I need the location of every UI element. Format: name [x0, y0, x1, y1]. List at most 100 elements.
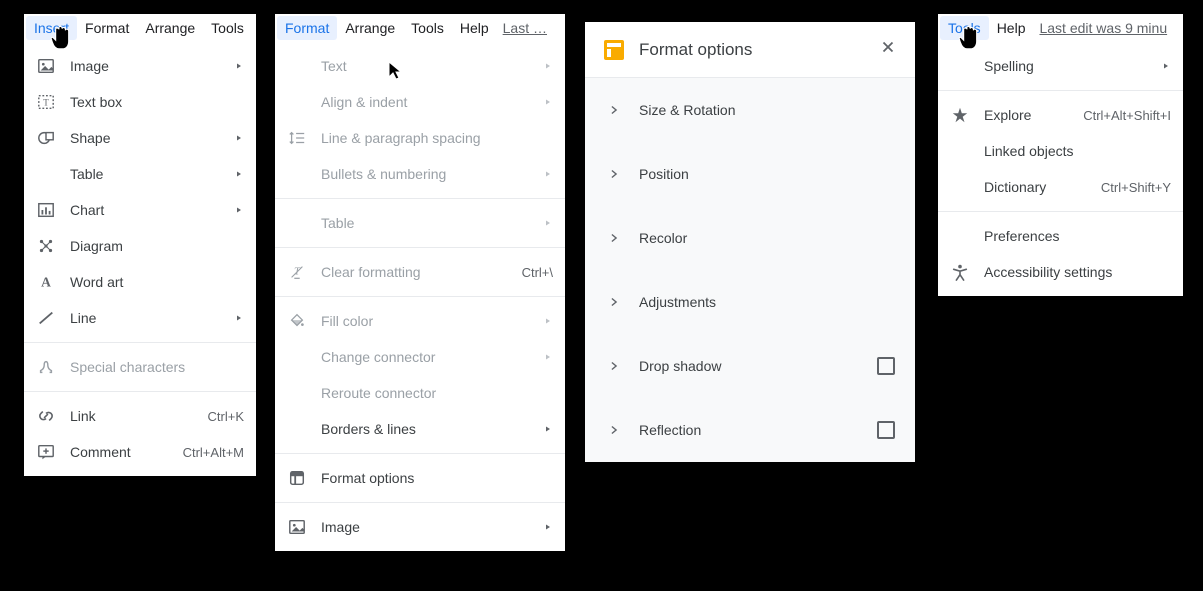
menu-item-diagram[interactable]: Diagram: [24, 228, 256, 264]
format-option-drop-shadow[interactable]: Drop shadow: [585, 334, 915, 398]
menu-item-shape[interactable]: Shape: [24, 120, 256, 156]
format-option-size-rotation[interactable]: Size & Rotation: [585, 78, 915, 142]
tools-menu: Spelling ExploreCtrl+Alt+Shift+I Linked ob…: [938, 42, 1183, 296]
menubar-help[interactable]: Help: [989, 16, 1034, 40]
submenu-arrow-icon: [543, 58, 553, 74]
menu-item-borders-lines[interactable]: Borders & lines: [275, 411, 565, 447]
menu-item-change-connector: Change connector: [275, 339, 565, 375]
menu-item-comment[interactable]: CommentCtrl+Alt+M: [24, 434, 256, 470]
menu-item-label: Bullets & numbering: [321, 166, 531, 182]
menu-item-explore[interactable]: ExploreCtrl+Alt+Shift+I: [938, 97, 1183, 133]
format-option-position[interactable]: Position: [585, 142, 915, 206]
menubar-tools[interactable]: Tools: [940, 16, 989, 40]
link-icon: [36, 406, 56, 426]
menubar-arrange[interactable]: Arrange: [337, 16, 403, 40]
menu-item-accessibility-settings[interactable]: Accessibility settings: [938, 254, 1183, 290]
diagram-icon: [36, 236, 56, 256]
submenu-arrow-icon: [234, 130, 244, 146]
tools-menu-panel: Tools Help Last edit was 9 minu Spelling…: [938, 14, 1183, 296]
comment-icon: [36, 442, 56, 462]
shape-icon: [36, 128, 56, 148]
format-option-label: Recolor: [639, 230, 895, 246]
menu-item-label: Linked objects: [984, 143, 1171, 159]
menu-separator: [24, 391, 256, 392]
menu-item-image[interactable]: Image: [275, 509, 565, 545]
menu-separator: [275, 247, 565, 248]
wordart-icon: [36, 272, 56, 292]
menu-item-label: Word art: [70, 274, 244, 290]
explore-icon: [950, 105, 970, 125]
menu-item-chart[interactable]: Chart: [24, 192, 256, 228]
icon-spacer: [950, 56, 970, 76]
menu-item-label: Change connector: [321, 349, 531, 365]
chevron-right-icon: [605, 103, 623, 117]
icon-spacer: [287, 383, 307, 403]
clear-icon: [287, 262, 307, 282]
menu-item-shortcut: Ctrl+\: [522, 265, 553, 280]
menu-item-preferences[interactable]: Preferences: [938, 218, 1183, 254]
menubar: Insert Format Arrange Tools: [24, 14, 256, 42]
menu-item-fill-color: Fill color: [275, 303, 565, 339]
icon-spacer: [287, 419, 307, 439]
icon-spacer: [287, 347, 307, 367]
format-options-header: Format options: [585, 22, 915, 78]
menu-item-line[interactable]: Line: [24, 300, 256, 336]
menu-item-image[interactable]: Image: [24, 48, 256, 84]
menubar-format[interactable]: Format: [277, 16, 337, 40]
menu-item-clear-formatting: Clear formattingCtrl+\: [275, 254, 565, 290]
menu-item-shortcut: Ctrl+Shift+Y: [1101, 180, 1171, 195]
menu-item-format-options[interactable]: Format options: [275, 460, 565, 496]
icon-spacer: [36, 164, 56, 184]
menubar-format[interactable]: Format: [77, 16, 137, 40]
menu-item-link[interactable]: LinkCtrl+K: [24, 398, 256, 434]
format-options-panel: Format options Size & Rotation Position Re…: [585, 22, 915, 462]
submenu-arrow-icon: [543, 421, 553, 437]
menu-item-label: Comment: [70, 444, 167, 460]
format-option-adjustments[interactable]: Adjustments: [585, 270, 915, 334]
menu-item-label: Reroute connector: [321, 385, 553, 401]
menu-item-label: Image: [70, 58, 222, 74]
icon-spacer: [287, 213, 307, 233]
menu-item-linked-objects[interactable]: Linked objects: [938, 133, 1183, 169]
menubar-insert[interactable]: Insert: [26, 16, 77, 40]
menu-separator: [24, 342, 256, 343]
submenu-arrow-icon: [543, 313, 553, 329]
format-menu: TextAlign & indentLine & paragraph spaci…: [275, 42, 565, 551]
icon-spacer: [287, 92, 307, 112]
format-option-label: Reflection: [639, 422, 877, 438]
checkbox[interactable]: [877, 421, 895, 439]
menu-item-line-paragraph-spacing: Line & paragraph spacing: [275, 120, 565, 156]
last-edit-link[interactable]: Last …: [497, 16, 553, 40]
menu-item-text-box[interactable]: Text box: [24, 84, 256, 120]
format-option-recolor[interactable]: Recolor: [585, 206, 915, 270]
format-option-reflection[interactable]: Reflection: [585, 398, 915, 462]
accessibility-icon: [950, 262, 970, 282]
format-option-label: Drop shadow: [639, 358, 877, 374]
menu-item-shortcut: Ctrl+Alt+Shift+I: [1083, 108, 1171, 123]
menu-separator: [938, 90, 1183, 91]
submenu-arrow-icon: [543, 94, 553, 110]
menu-item-spelling[interactable]: Spelling: [938, 48, 1183, 84]
menu-item-word-art[interactable]: Word art: [24, 264, 256, 300]
submenu-arrow-icon: [543, 215, 553, 231]
menu-item-label: Borders & lines: [321, 421, 531, 437]
menubar-tools[interactable]: Tools: [403, 16, 452, 40]
textbox-icon: [36, 92, 56, 112]
menubar-tools[interactable]: Tools: [203, 16, 252, 40]
last-edit-link[interactable]: Last edit was 9 minu: [1033, 16, 1173, 40]
format-option-label: Position: [639, 166, 895, 182]
submenu-arrow-icon: [234, 202, 244, 218]
icon-spacer: [287, 164, 307, 184]
menubar-help[interactable]: Help: [452, 16, 497, 40]
checkbox[interactable]: [877, 357, 895, 375]
close-icon[interactable]: [879, 38, 897, 61]
line-icon: [36, 308, 56, 328]
icon-spacer: [950, 141, 970, 161]
icon-spacer: [950, 177, 970, 197]
menu-item-table[interactable]: Table: [24, 156, 256, 192]
menu-item-label: Dictionary: [984, 179, 1085, 195]
menu-item-dictionary[interactable]: Dictionary Ctrl+Shift+Y: [938, 169, 1183, 205]
menu-item-label: Align & indent: [321, 94, 531, 110]
menu-item-label: Special characters: [70, 359, 244, 375]
menubar-arrange[interactable]: Arrange: [137, 16, 203, 40]
